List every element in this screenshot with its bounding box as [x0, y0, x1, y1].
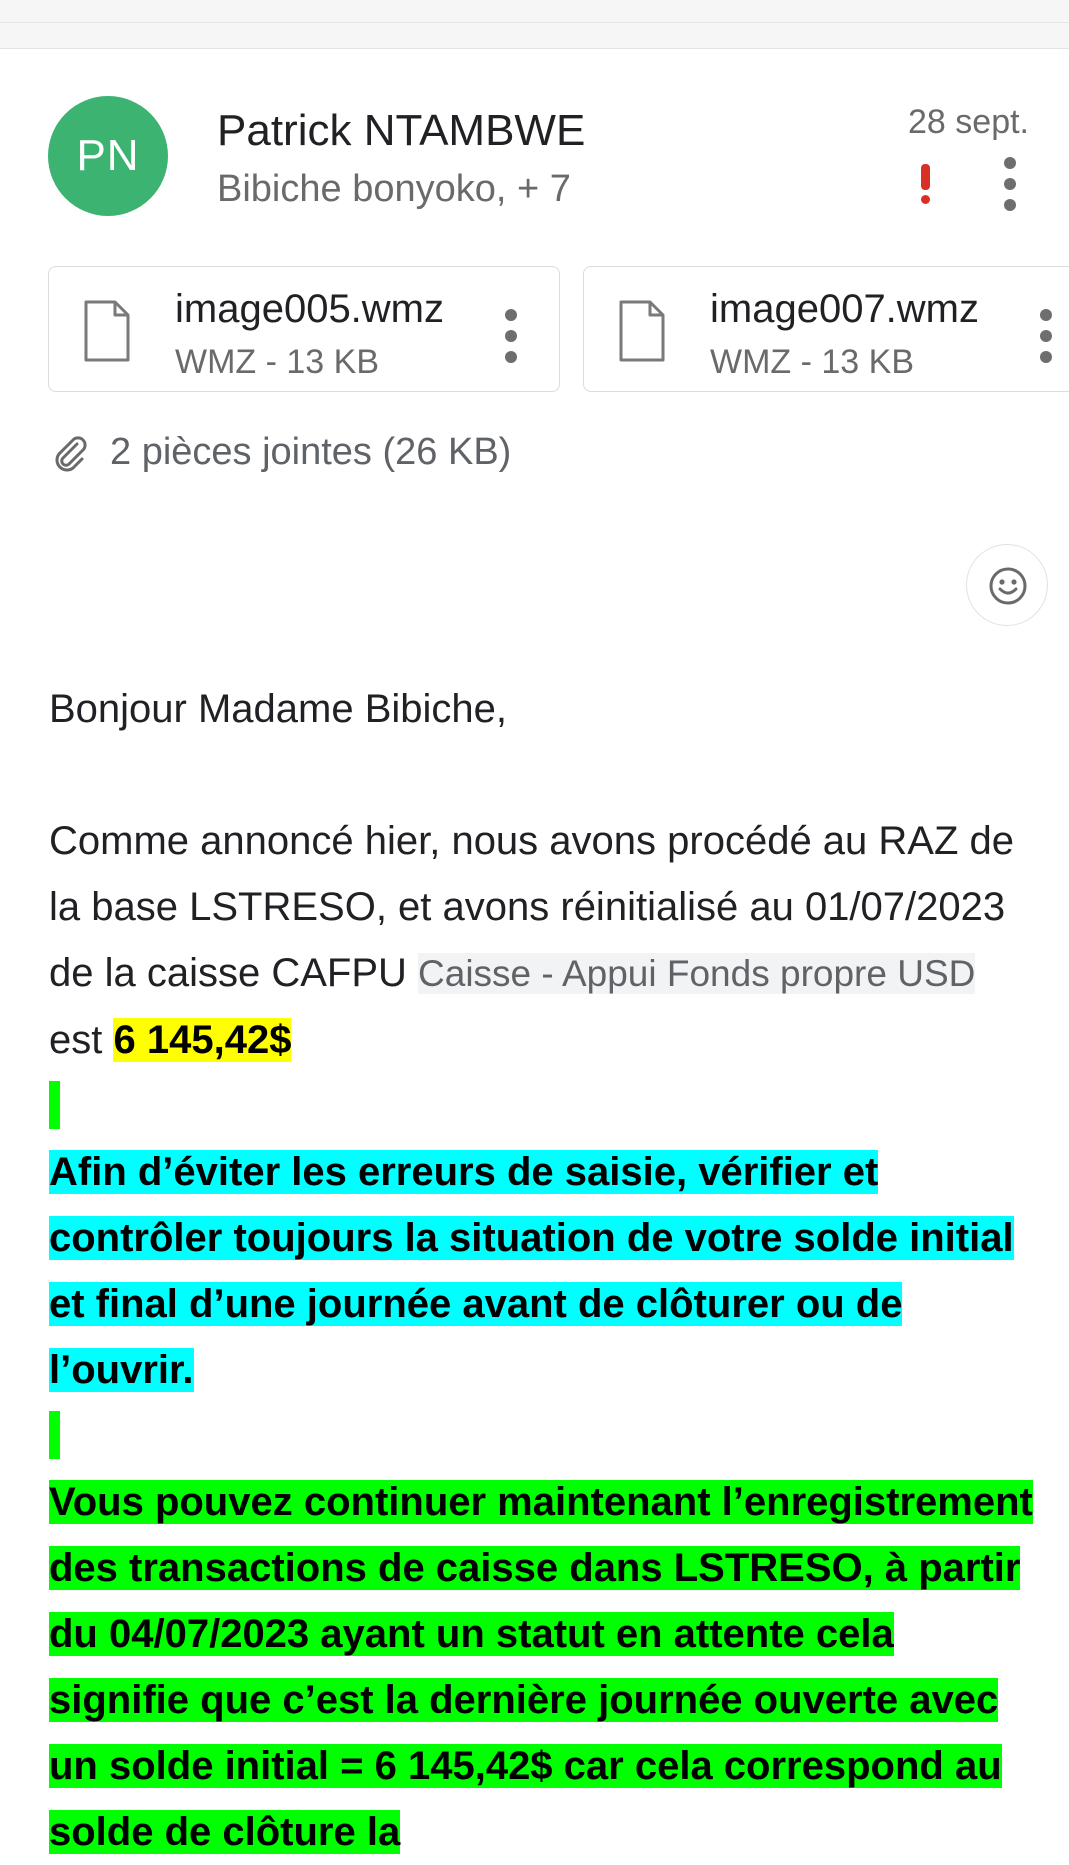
sender-name[interactable]: Patrick NTAMBWE: [217, 106, 585, 156]
message-body: Bonjour Madame Bibiche, Comme annoncé hi…: [49, 676, 1039, 1865]
more-vert-icon[interactable]: [1040, 309, 1052, 363]
avatar-initials: PN: [76, 131, 140, 180]
paperclip-icon: [55, 436, 87, 472]
recipients[interactable]: Bibiche bonyoko, + 7: [217, 168, 571, 211]
balance-amount: 6 145,42$: [113, 1018, 292, 1062]
cyan-paragraph: Afin d’éviter les erreurs de saisie, vér…: [49, 1139, 1039, 1403]
attachment-name: image005.wmz: [175, 287, 445, 331]
attachment-name: image007.wmz: [710, 287, 980, 331]
divider: [0, 22, 1069, 23]
highlight-marker: [49, 1081, 60, 1129]
attachments-summary-label: 2 pièces jointes (26 KB): [110, 430, 512, 473]
file-icon: [619, 300, 665, 362]
highlight-marker: [49, 1411, 60, 1459]
connector-text: est: [49, 1018, 114, 1062]
more-vert-icon[interactable]: [505, 309, 517, 363]
add-reaction-button[interactable]: [966, 544, 1048, 626]
attachment-card[interactable]: image007.wmz WMZ - 13 KB: [583, 266, 1069, 392]
account-chip: Caisse - Appui Fonds propre USD: [418, 953, 976, 994]
greeting: Bonjour Madame Bibiche,: [49, 687, 508, 731]
attachment-meta: WMZ - 13 KB: [710, 343, 915, 381]
exclamation-icon: [915, 160, 935, 206]
green-paragraph: Vous pouvez continuer maintenant l’enreg…: [49, 1469, 1039, 1865]
more-vert-icon[interactable]: [1004, 157, 1016, 211]
top-bar: [0, 0, 1069, 49]
avatar[interactable]: PN: [48, 96, 168, 216]
smiley-icon: [989, 567, 1027, 605]
message-paragraph: Comme annoncé hier, nous avons procédé a…: [49, 808, 1039, 1073]
attachment-card[interactable]: image005.wmz WMZ - 13 KB: [48, 266, 560, 392]
message-date: 28 sept.: [908, 103, 1029, 141]
file-icon: [84, 300, 130, 362]
attachment-meta: WMZ - 13 KB: [175, 343, 380, 381]
attachments-summary[interactable]: 2 pièces jointes (26 KB): [50, 428, 511, 476]
green-highlight-text: Vous pouvez continuer maintenant l’enreg…: [49, 1480, 1033, 1854]
cyan-highlight-text: Afin d’éviter les erreurs de saisie, vér…: [49, 1150, 1014, 1392]
